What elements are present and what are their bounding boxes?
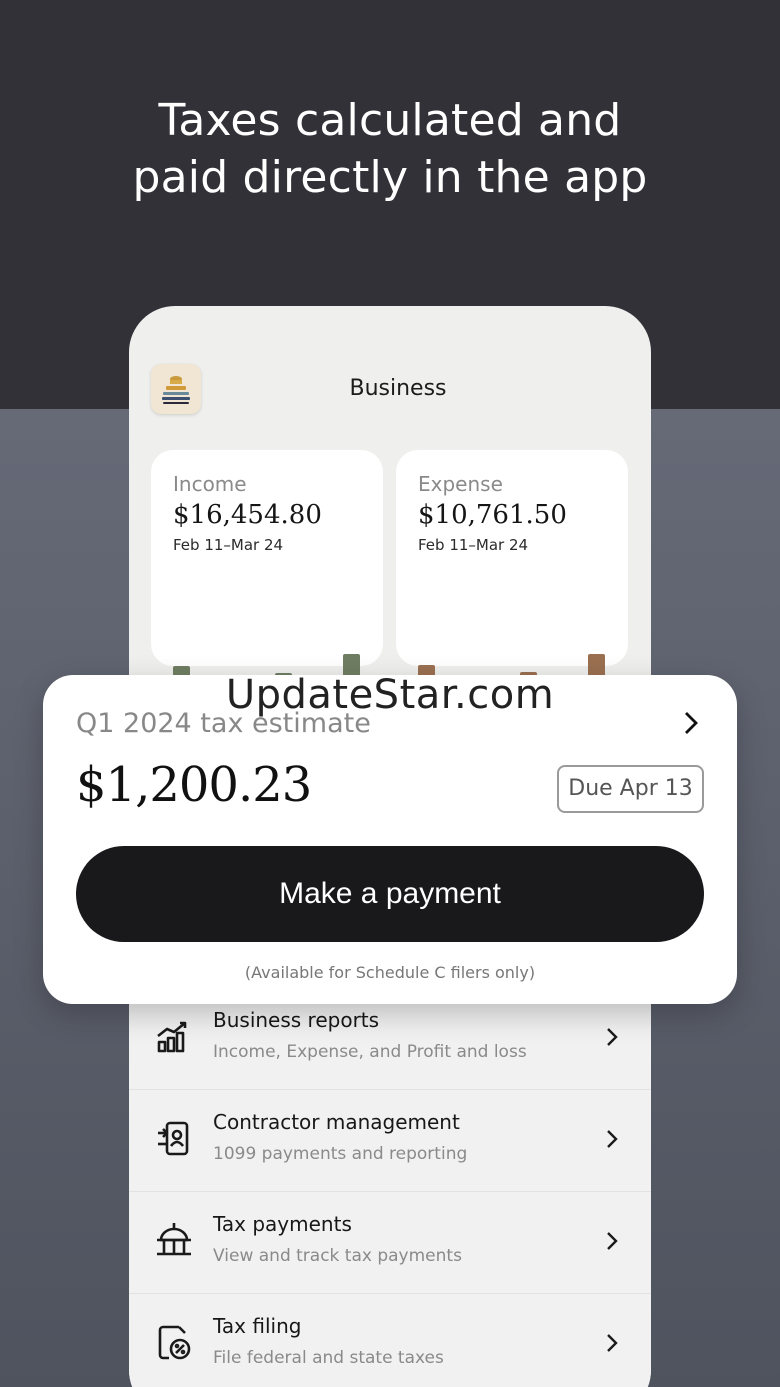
income-value: $16,454.80 xyxy=(173,500,322,530)
availability-note: (Available for Schedule C filers only) xyxy=(244,963,536,982)
list-item-title: Business reports xyxy=(213,1008,380,1032)
tax-estimate-card: Q1 2024 tax estimate $1,200.23 Due Apr 1… xyxy=(43,675,737,1004)
list-item-contractor-management[interactable]: Contractor management 1099 payments and … xyxy=(129,1090,651,1192)
list-item-subtitle: Income, Expense, and Profit and loss xyxy=(213,1042,527,1062)
screen-title: Business xyxy=(349,376,447,401)
list-item-subtitle: File federal and state taxes xyxy=(213,1348,444,1368)
expense-label: Expense xyxy=(418,472,503,496)
bar-chart-icon xyxy=(153,1016,195,1058)
list-item-subtitle: 1099 payments and reporting xyxy=(213,1144,468,1164)
watermark: UpdateStar.com xyxy=(225,672,555,718)
expense-card[interactable]: Expense $10,761.50 Feb 11–Mar 24 xyxy=(396,450,628,724)
headline-line-2: paid directly in the app xyxy=(132,152,648,203)
chevron-right-icon xyxy=(601,1230,623,1252)
government-building-icon xyxy=(153,1220,195,1262)
chevron-right-icon xyxy=(601,1128,623,1150)
list-item-title: Contractor management xyxy=(213,1110,460,1134)
income-label: Income xyxy=(173,472,247,496)
list-item-title: Tax payments xyxy=(213,1212,352,1236)
list-item-title: Tax filing xyxy=(213,1314,302,1338)
tax-estimate-amount: $1,200.23 xyxy=(76,757,312,813)
tax-document-icon xyxy=(153,1322,195,1364)
make-payment-button[interactable]: Make a payment xyxy=(76,846,704,942)
expense-date-range: Feb 11–Mar 24 xyxy=(418,536,529,554)
list-item-subtitle: View and track tax payments xyxy=(213,1246,462,1266)
headline-line-1: Taxes calculated and xyxy=(158,95,622,146)
due-date-badge: Due Apr 13 xyxy=(557,765,704,813)
list-item-tax-payments[interactable]: Tax payments View and track tax payments xyxy=(129,1192,651,1294)
headline: Taxes calculated and paid directly in th… xyxy=(0,92,780,206)
contractor-icon xyxy=(153,1118,195,1160)
chevron-right-icon xyxy=(601,1332,623,1354)
chevron-right-icon xyxy=(601,1026,623,1048)
income-card[interactable]: Income $16,454.80 Feb 11–Mar 24 xyxy=(151,450,383,724)
income-date-range: Feb 11–Mar 24 xyxy=(173,536,284,554)
expense-value: $10,761.50 xyxy=(418,500,567,530)
list-item-tax-filing[interactable]: Tax filing File federal and state taxes xyxy=(129,1294,651,1387)
